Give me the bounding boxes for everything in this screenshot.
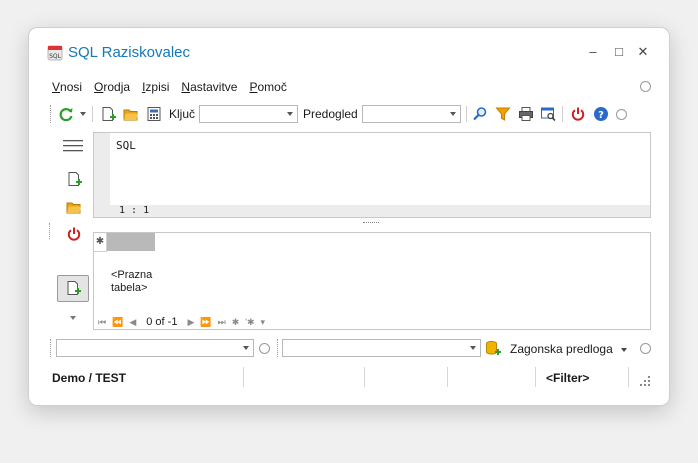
connection-status: Demo / TEST [52, 371, 127, 385]
status-divider [628, 367, 629, 387]
rail-power-icon[interactable] [66, 226, 82, 242]
menu-collapse-icon[interactable] [640, 81, 651, 92]
search-icon[interactable] [472, 106, 488, 122]
maximize-button[interactable]: □ [609, 42, 629, 62]
empty-table-text: <Prazna tabela> [111, 269, 152, 295]
splitter-handle[interactable] [363, 222, 379, 225]
rail-new-icon[interactable] [66, 171, 82, 187]
filter-status: <Filter> [546, 371, 590, 385]
key-label: Ključ [169, 107, 196, 121]
print-icon[interactable] [518, 106, 534, 122]
nav-prev-page-icon[interactable]: ⏪ [112, 317, 123, 328]
sql-editor[interactable]: SQL 1 : 1 [93, 132, 651, 218]
database-add-icon[interactable] [485, 340, 501, 356]
window-title: SQL Raziskovalec [68, 44, 190, 61]
preview-combo[interactable] [362, 105, 461, 123]
cursor-position: 1 : 1 [119, 205, 150, 216]
chevron-down-icon [470, 346, 476, 350]
calculator-icon[interactable] [146, 106, 162, 122]
toolbar-separator [562, 106, 563, 122]
status-divider [243, 367, 244, 387]
svg-text:SQL: SQL [49, 53, 62, 60]
hamburger-menu-icon[interactable] [63, 139, 83, 153]
bottom-bar-options-icon[interactable] [640, 343, 651, 354]
chevron-down-icon [621, 347, 628, 352]
sql-editor-text: SQL [116, 139, 136, 152]
rail-chevron-down-icon[interactable] [70, 316, 76, 320]
status-divider [364, 367, 365, 387]
empty-table-line-2: tabela> [111, 282, 148, 294]
close-button[interactable]: ✕ [633, 42, 653, 62]
menu-item-pomoc[interactable]: Pomoč [249, 80, 286, 98]
nav-first-icon[interactable]: ⏮ [98, 317, 106, 328]
menu-item-vnosi[interactable]: Vnosi [52, 80, 82, 98]
nav-next-page-icon[interactable]: ⏩ [200, 317, 211, 328]
app-logo-icon: SQL [47, 45, 63, 61]
nav-next-icon[interactable]: ▶ [187, 317, 194, 328]
rail-new-tab-button[interactable] [57, 275, 89, 302]
toolbar-options-icon[interactable] [616, 109, 627, 120]
new-document-icon[interactable] [100, 106, 116, 122]
result-grid[interactable]: ✱ <Prazna tabela> ⏮ ⏪ ◀ 0 of -1 ▶ ⏩ ⏭ ✱ … [93, 232, 651, 330]
chevron-down-icon [287, 112, 293, 116]
record-count: 0 of -1 [146, 316, 178, 328]
editor-gutter [94, 133, 110, 205]
template-dropdown[interactable]: Zagonska predloga [510, 342, 628, 356]
menu-bar: Vnosi Orodja Izpisi Nastavitve Pomoč [52, 80, 287, 98]
toolbar-separator [466, 106, 467, 122]
help-icon[interactable]: ? [593, 106, 609, 122]
power-icon[interactable] [570, 106, 586, 122]
new-tab-icon [67, 281, 81, 295]
empty-table-line-1: <Prazna [111, 269, 153, 281]
refresh-dropdown-icon[interactable] [80, 112, 86, 116]
editor-status-bar: 1 : 1 [94, 205, 650, 217]
bottom-combo-2[interactable] [282, 339, 481, 357]
toolbar-grip[interactable] [50, 105, 53, 123]
filter-icon[interactable] [495, 106, 511, 122]
svg-text:?: ? [598, 110, 604, 121]
chevron-down-icon [243, 346, 249, 350]
refresh-icon[interactable] [58, 106, 74, 122]
nav-last-icon[interactable]: ⏭ [218, 317, 226, 328]
bottom-bar-grip[interactable] [277, 339, 280, 357]
status-divider [535, 367, 536, 387]
bottom-combo-1[interactable] [56, 339, 254, 357]
menu-item-izpisi[interactable]: Izpisi [142, 80, 169, 98]
key-combo[interactable] [199, 105, 298, 123]
grid-corner-icon: ✱ [94, 233, 107, 252]
nav-filter-icon[interactable]: ▾ [261, 317, 266, 328]
open-folder-icon[interactable] [123, 106, 139, 122]
template-label: Zagonska predloga [510, 342, 613, 356]
status-bar: Demo / TEST <Filter> [29, 365, 669, 389]
preview-search-icon[interactable] [540, 106, 556, 122]
grid-column-header[interactable] [107, 233, 155, 251]
preview-label: Predogled [303, 107, 358, 121]
sql-explorer-window: SQL SQL Raziskovalec – □ ✕ Vnosi Orodja … [28, 27, 670, 406]
bottom-combo-1-options-icon[interactable] [259, 343, 270, 354]
grid-navigator: ⏮ ⏪ ◀ 0 of -1 ▶ ⏩ ⏭ ✱ '✱ ▾ [94, 315, 265, 329]
rail-open-folder-icon[interactable] [66, 199, 82, 215]
nav-append-icon[interactable]: '✱ [245, 317, 254, 328]
nav-insert-icon[interactable]: ✱ [232, 317, 240, 328]
chevron-down-icon [450, 112, 456, 116]
minimize-button[interactable]: – [583, 42, 603, 62]
nav-prev-icon[interactable]: ◀ [129, 317, 136, 328]
resize-grip-icon[interactable] [639, 375, 651, 387]
bottom-bar-grip[interactable] [50, 339, 53, 357]
rail-grip[interactable] [49, 223, 52, 239]
menu-item-nastavitve[interactable]: Nastavitve [181, 80, 237, 98]
status-divider [447, 367, 448, 387]
menu-item-orodja[interactable]: Orodja [94, 80, 130, 98]
toolbar-separator [92, 106, 93, 122]
